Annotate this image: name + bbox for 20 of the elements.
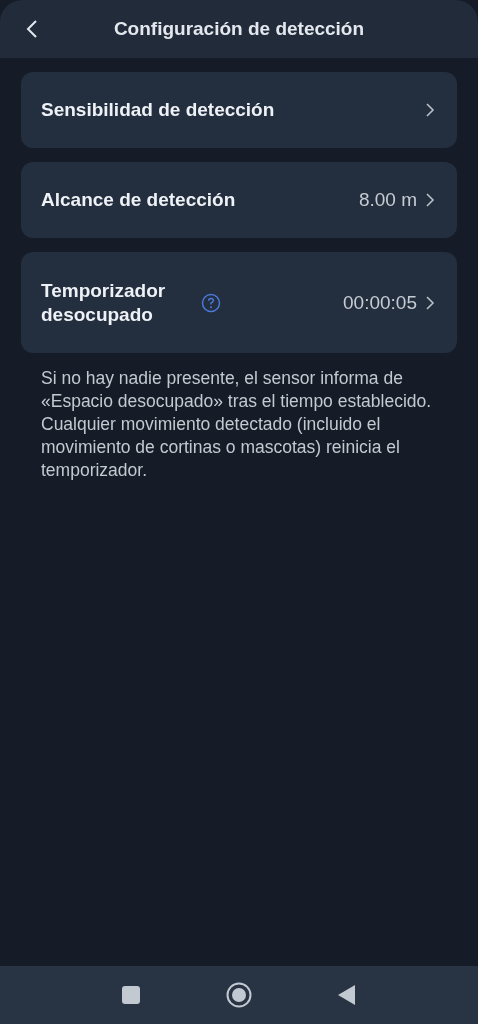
chevron-icon (423, 294, 437, 311)
home-button[interactable] (226, 982, 252, 1008)
settings-row[interactable]: Alcance de detección 8.00 m (21, 162, 457, 238)
description-text: Si no hay nadie presente, el sensor informa de «Espacio desocupado» tras el tiempo establecido. Cualquier movimiento detectado (incluido el movimiento de cortinas o mascotas) reinicia el temporizador. (40, 367, 433, 482)
home-icon (226, 982, 252, 1008)
setting-label: Sensibilidad de detección (41, 98, 275, 122)
chevron-icon (423, 102, 437, 118)
setting-value: 8.00 m (358, 189, 417, 211)
square-icon (122, 986, 140, 1004)
back-triangle-icon (338, 985, 356, 1005)
screen-title: Configuración de detección (113, 18, 365, 39)
setting-value: 00:00:05 (343, 291, 417, 314)
setting-label: Temporizador desocupado (41, 278, 167, 327)
settings-row[interactable]: Temporizador desocupado 00:00:05 (21, 252, 457, 353)
help-icon[interactable] (201, 292, 221, 313)
setting-label: Alcance de detección (41, 188, 236, 212)
chevron-icon (423, 192, 437, 208)
back-nav-button[interactable] (338, 985, 356, 1005)
settings-row[interactable]: Sensibilidad de detección (21, 72, 457, 148)
back-icon (26, 19, 38, 39)
